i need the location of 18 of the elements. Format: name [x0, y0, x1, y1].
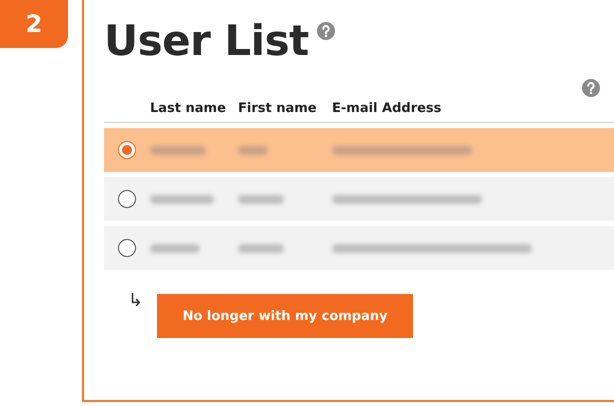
column-header: E-mail Address: [332, 101, 442, 116]
step-badge: 2: [0, 0, 68, 48]
action-button[interactable]: No longer with my company: [157, 294, 414, 338]
column-header: First name: [238, 101, 318, 116]
radio-button[interactable]: [118, 190, 136, 208]
radio-button[interactable]: [118, 141, 136, 159]
radio-button[interactable]: [118, 239, 136, 257]
redacted-text: [150, 194, 214, 204]
redacted-text: [238, 194, 284, 204]
connector-arrow: ↳: [128, 290, 144, 311]
redacted-text: [150, 146, 206, 154]
redacted-text: [150, 244, 200, 252]
page-title: User List: [104, 16, 309, 65]
column-header: Last name: [150, 101, 227, 116]
redacted-text: [238, 244, 284, 252]
help-icon[interactable]: [316, 22, 335, 40]
redacted-text: [238, 146, 268, 154]
help-icon[interactable]: [582, 79, 600, 97]
